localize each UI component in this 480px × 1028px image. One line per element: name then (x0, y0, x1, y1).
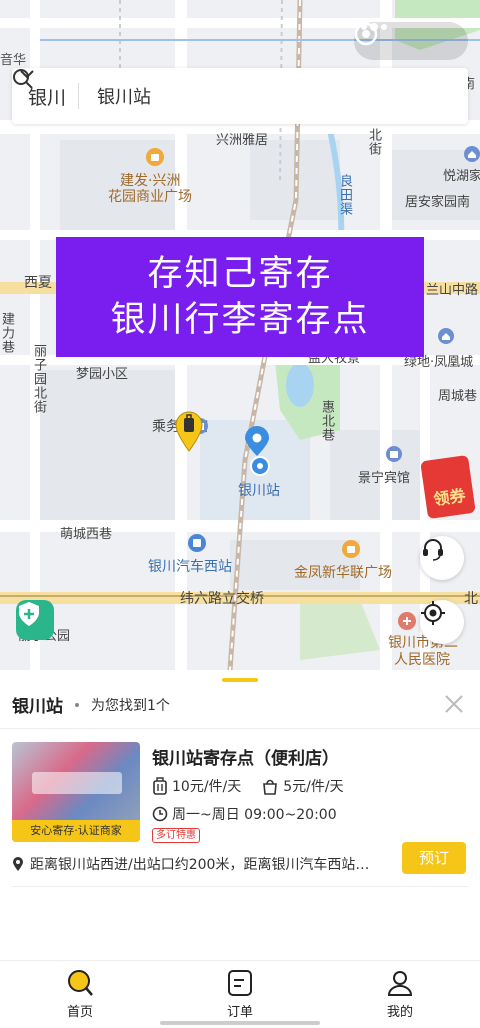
customer-service-button[interactable] (420, 536, 464, 580)
user-icon (387, 971, 413, 996)
map-label-mengyuan: 梦园小区 (76, 367, 129, 382)
home-indicator (160, 1021, 320, 1025)
results-count: 为您找到1个 (91, 697, 170, 714)
tab-profile[interactable]: 我的 (320, 961, 480, 1028)
map-label-jianli: 建力巷 (0, 312, 14, 354)
hours-row: 周一~周日 09:00~20:00 (152, 804, 337, 824)
results-sheet: 银川站 为您找到1个 安心寄存·认证商家 银川站寄存点（便利店） 10元/件/天… (0, 670, 480, 960)
map-label-liangtian: 良田渠 (337, 174, 352, 216)
promo-badge: 多订特惠 (152, 828, 200, 843)
shield-plus-icon (19, 602, 39, 626)
home-poi-icon (438, 328, 454, 344)
home-poi-icon (464, 146, 480, 162)
map-label-yuehu: 悦湖家 (443, 169, 480, 184)
close-circle-icon[interactable] (354, 22, 378, 46)
tab-orders-label: 订单 (226, 1005, 253, 1020)
distance-row: 距离银川站西进/出站口约200米，距离银川汽车西站… (12, 854, 387, 874)
hotel-poi-icon (386, 446, 402, 462)
storage-marker-icon[interactable] (174, 410, 204, 452)
map-label-juan: 居安家园南 (405, 195, 471, 210)
price-luggage: 10元/件/天 (172, 779, 242, 795)
reserve-button[interactable]: 预订 (402, 842, 466, 874)
map-label-mengcheng: 萌城西巷 (60, 527, 113, 542)
map-label-yinlin: 音华 (0, 53, 27, 68)
shopping-poi-icon (146, 148, 164, 166)
sheet-drag-handle[interactable] (222, 678, 258, 682)
distance-text: 距离银川站西进/出站口约200米，距离银川汽车西站… (30, 857, 370, 873)
search-input[interactable]: 银川站 (97, 83, 151, 109)
map-label-weiliu: 纬六路立交桥 (180, 591, 264, 607)
mini-program-capsule[interactable] (354, 22, 468, 60)
map-label-hospital2: 人民医院 (394, 652, 450, 668)
map-label-zhoucheng: 周城巷 (438, 389, 478, 404)
locate-me-button[interactable] (420, 600, 464, 644)
location-icon (13, 857, 23, 871)
map-view[interactable]: 音华 兴洲雅居 北街 建发·兴洲 花园商业广场 良田渠 悦湖家 居安家园南 西夏… (0, 0, 480, 670)
safety-button[interactable] (16, 600, 54, 640)
map-label-station: 银川站 (238, 483, 280, 499)
search-icon (13, 69, 33, 89)
map-label-xingzhou: 兴洲雅居 (216, 133, 269, 148)
map-label-bus: 银川汽车西站 (148, 559, 232, 575)
headset-icon (423, 539, 443, 561)
hospital-poi-icon (398, 612, 416, 630)
separator-dot (75, 702, 79, 707)
map-label-jinfeng: 金凤新华联广场 (294, 565, 392, 581)
tab-home-label: 首页 (66, 1005, 93, 1020)
map-label-lizi: 丽子园北街 (31, 344, 46, 414)
banner-line-2: 银川行李寄存点 (110, 300, 370, 340)
divider (0, 728, 480, 729)
price-row: 10元/件/天 5元/件/天 (152, 776, 344, 796)
certified-tag: 安心寄存·认证商家 (12, 820, 140, 842)
coupon-button[interactable]: 领券 (420, 454, 476, 520)
banner-line-1: 存知己寄存 (147, 254, 333, 294)
bag-icon (263, 779, 278, 795)
opening-hours: 周一~周日 09:00~20:00 (172, 807, 337, 823)
promo-banner: 存知己寄存 银川行李寄存点 (56, 237, 424, 357)
tab-profile-label: 我的 (386, 1005, 413, 1020)
map-label-xixia: 西夏 (24, 275, 52, 291)
results-station: 银川站 (12, 697, 63, 717)
search-icon (68, 970, 93, 996)
results-header: 银川站 为您找到1个 (12, 692, 170, 717)
map-label-jianfa1: 建发·兴洲 (120, 173, 181, 189)
map-label-lvdi: 绿地·凤凰城 (404, 355, 474, 370)
crosshair-icon (421, 601, 445, 625)
price-bag: 5元/件/天 (283, 779, 344, 795)
luggage-icon (153, 777, 167, 795)
order-icon (228, 970, 252, 996)
map-label-jingning: 景宁宾馆 (358, 471, 411, 486)
coupon-label: 领券 (432, 485, 467, 510)
bus-poi-icon (188, 534, 206, 552)
shopping-poi-icon (342, 540, 360, 558)
divider (78, 83, 80, 109)
store-photo[interactable]: 安心寄存·认证商家 (12, 742, 140, 842)
tab-bar: 首页 订单 我的 (0, 960, 480, 1028)
map-label-jianfa2: 花园商业广场 (108, 189, 192, 205)
store-name[interactable]: 银川站寄存点（便利店） (152, 744, 339, 769)
map-label-bei: 北 (464, 591, 478, 607)
map-label-beijie: 北街 (366, 128, 381, 156)
store-photo-sign (32, 772, 122, 794)
search-bar[interactable]: 银川 银川站 (12, 68, 468, 124)
tab-orders[interactable]: 订单 (160, 961, 320, 1028)
clock-icon (152, 806, 168, 822)
location-pin-icon[interactable] (242, 426, 272, 478)
tab-home[interactable]: 首页 (0, 961, 160, 1028)
map-label-lanshan: 兰山中路 (426, 283, 479, 298)
close-icon[interactable] (444, 694, 464, 714)
map-label-huibei: 惠北巷 (319, 400, 334, 442)
divider (12, 886, 468, 887)
